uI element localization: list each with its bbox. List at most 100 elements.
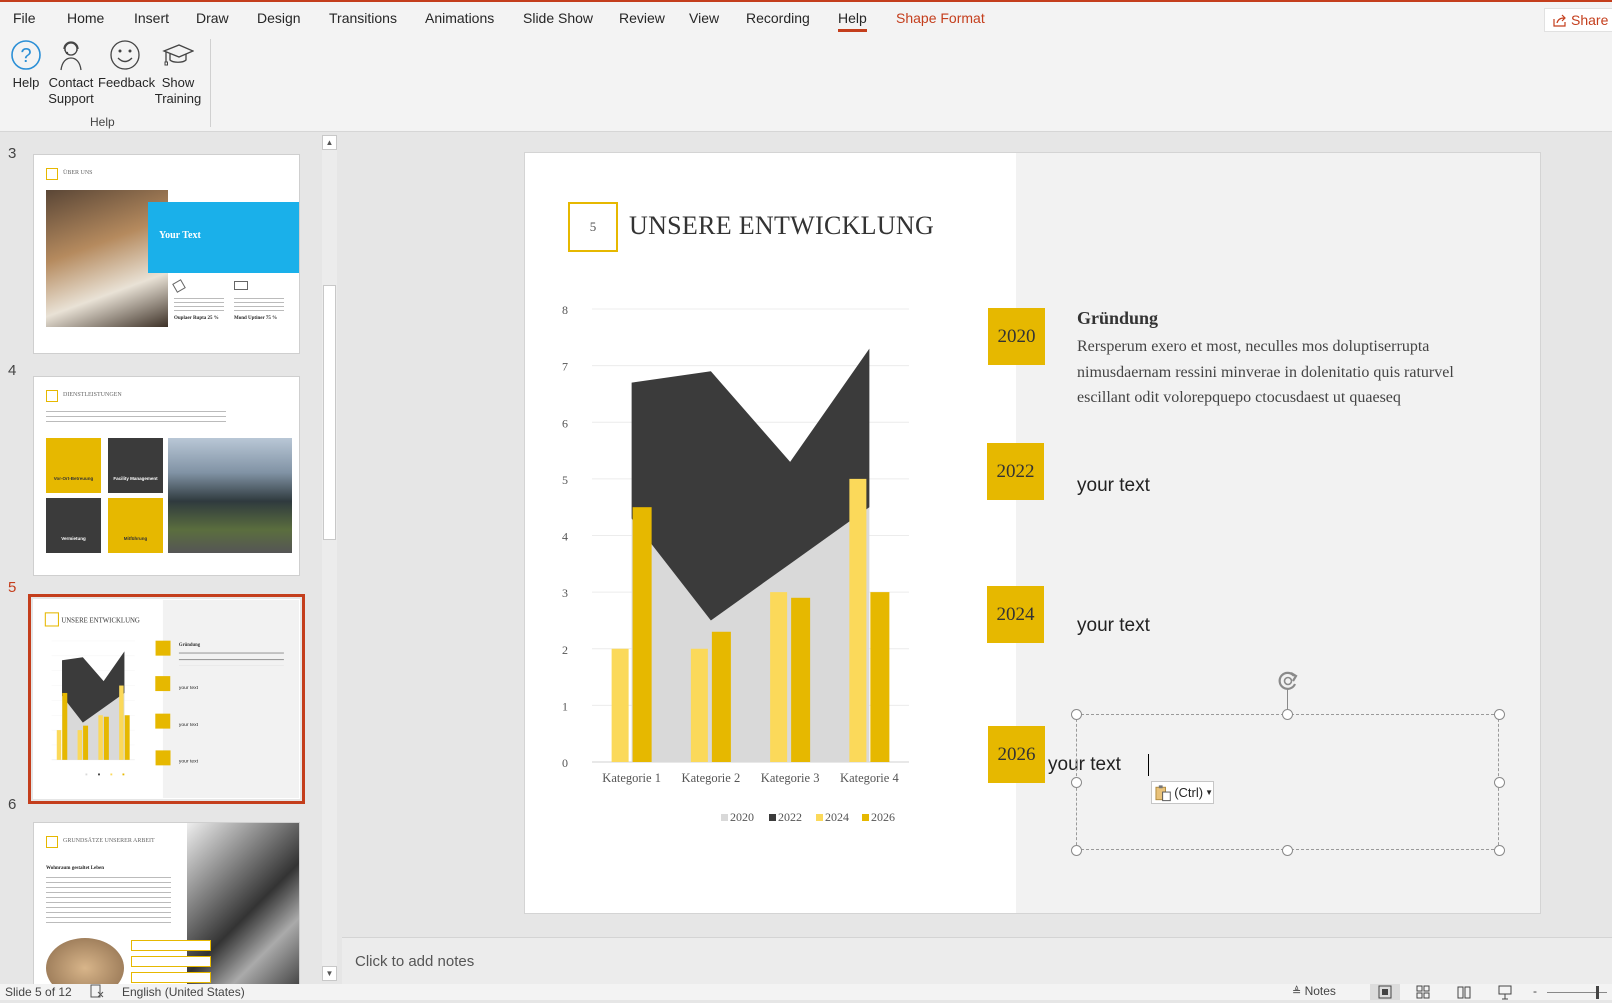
year-box-2026: 2026 <box>988 726 1045 783</box>
ribbon-separator <box>210 39 211 127</box>
year-box-2022: 2022 <box>987 443 1044 500</box>
ribbon-group-label: Help <box>90 115 115 129</box>
bar-2024-4 <box>849 478 867 762</box>
scroll-down-button[interactable]: ▼ <box>322 966 337 981</box>
tab-home[interactable]: Home <box>67 10 104 26</box>
legend-label: 2022 <box>778 810 802 824</box>
slideshow-button[interactable] <box>1497 984 1513 1003</box>
text-lines <box>46 877 171 923</box>
resize-handle-nw[interactable] <box>1071 709 1082 720</box>
resize-handle-s[interactable] <box>1282 845 1293 856</box>
tab-file[interactable]: File <box>13 10 36 26</box>
resize-handle-ne[interactable] <box>1494 709 1505 720</box>
resize-handle-n[interactable] <box>1282 709 1293 720</box>
tab-transitions[interactable]: Transitions <box>329 10 397 26</box>
thumb-label-box <box>131 940 211 951</box>
thumb-heading: Wohnraum gestaltet Leben <box>46 866 105 871</box>
scroll-up-button[interactable]: ▲ <box>322 135 337 150</box>
thumbnail-slide-preview: UNSERE ENTWICKLUNG Gründung your text yo… <box>44 600 299 798</box>
number-box <box>46 390 58 402</box>
thumb-right-bg <box>162 600 299 798</box>
scrollbar-thumb[interactable] <box>323 285 336 540</box>
development-chart[interactable]: 0 1 2 3 4 5 6 7 8 Kategorie 1 Kategorie 2 Kategorie… <box>525 153 1016 914</box>
notes-toggle[interactable]: ≜ Notes <box>1292 984 1336 998</box>
feedback-button[interactable]: Feedback <box>98 39 155 91</box>
share-icon <box>1553 14 1566 27</box>
smiley-icon <box>110 40 140 70</box>
tag-icon <box>172 279 186 293</box>
text-lines <box>174 298 224 312</box>
tab-help[interactable]: Help <box>838 10 867 32</box>
legend-label: 2026 <box>871 810 895 824</box>
y-tick-label: 7 <box>562 360 568 374</box>
slideshow-icon <box>1498 985 1512 1000</box>
svg-text:?: ? <box>20 45 31 67</box>
selected-textbox-frame[interactable] <box>1076 714 1499 850</box>
slide-thumbnail-5[interactable]: UNSERE ENTWICKLUNG Gründung your text yo… <box>28 594 305 804</box>
show-training-button[interactable]: Show Training <box>154 39 202 107</box>
service-tile: Mitführung <box>108 498 163 553</box>
resize-handle-se[interactable] <box>1494 845 1505 856</box>
slide-number: 5 <box>8 579 17 596</box>
bar-2024-4 <box>119 685 124 760</box>
reading-view-button[interactable] <box>1456 984 1472 1003</box>
tab-recording[interactable]: Recording <box>746 10 810 26</box>
timeline-heading[interactable]: Gründung <box>1077 308 1158 329</box>
bar-2024-2 <box>77 730 83 760</box>
legend-swatch-2026 <box>862 814 869 821</box>
notes-placeholder[interactable]: Click to add notes <box>355 953 474 970</box>
tab-view[interactable]: View <box>689 10 719 26</box>
tab-shape-format[interactable]: Shape Format <box>896 10 985 26</box>
legend-swatch-2024 <box>110 773 113 776</box>
tab-design[interactable]: Design <box>257 10 301 26</box>
thumb-title: GRUNDSÄTZE UNSERER ARBEIT <box>63 838 155 844</box>
share-label: Share <box>1571 12 1609 28</box>
slide-sorter-button[interactable] <box>1415 984 1431 1003</box>
tab-draw[interactable]: Draw <box>196 10 229 26</box>
bar-2024-1 <box>611 648 629 762</box>
slide-number: 4 <box>8 362 17 379</box>
slide-thumbnail-6[interactable]: GRUNDSÄTZE UNSERER ARBEIT Wohnraum gesta… <box>33 822 300 984</box>
headset-person-icon <box>60 41 82 71</box>
rotate-handle-icon[interactable] <box>1275 669 1301 693</box>
graduation-cap-icon <box>162 44 194 66</box>
zoom-slider-thumb[interactable] <box>1596 986 1599 999</box>
normal-view-button[interactable] <box>1370 984 1400 1000</box>
y-tick-label: 0 <box>562 756 568 770</box>
help-label: Help <box>12 75 40 90</box>
help-button[interactable]: ? Help <box>8 39 44 91</box>
accessibility-icon[interactable] <box>89 984 105 1002</box>
resize-handle-w[interactable] <box>1071 777 1082 788</box>
timeline-text-2022[interactable]: your text <box>1077 475 1150 497</box>
share-button[interactable]: Share <box>1544 8 1612 32</box>
resize-handle-e[interactable] <box>1494 777 1505 788</box>
notes-label: Notes <box>1304 984 1336 998</box>
bar-2026-4 <box>870 592 890 762</box>
slide-thumbnail-panel: 3 ÜBER UNS Your Text Ouplaer Rupta 25 % … <box>0 133 342 984</box>
bar-2026-1 <box>632 507 652 762</box>
resize-handle-sw[interactable] <box>1071 845 1082 856</box>
thumbnail-scrollbar[interactable] <box>322 135 337 981</box>
tab-review[interactable]: Review <box>619 10 665 26</box>
slide-canvas[interactable]: 5 UNSERE ENTWICKLUNG 0 1 2 3 4 5 6 7 8 Kategorie … <box>524 152 1541 914</box>
tab-animations[interactable]: Animations <box>425 10 494 26</box>
timeline-body[interactable]: Rersperum exero et most, neculles mos do… <box>1077 334 1497 411</box>
service-tile: Vor-Ort-Betreuung <box>46 438 101 493</box>
slide-thumbnail-3[interactable]: ÜBER UNS Your Text Ouplaer Rupta 25 % Mo… <box>33 154 300 354</box>
tab-slide-show[interactable]: Slide Show <box>523 10 593 26</box>
paste-options-button[interactable]: (Ctrl) ▼ <box>1151 781 1214 804</box>
y-tick-label: 5 <box>562 473 568 487</box>
slide-number: 6 <box>8 796 17 813</box>
timeline-text-2024[interactable]: your text <box>1077 615 1150 637</box>
floorplan-round-photo <box>46 938 124 984</box>
thumb-heading: Gründung <box>179 643 201 648</box>
contact-support-button[interactable]: Contact Support <box>48 39 94 107</box>
notes-pane[interactable]: Click to add notes <box>342 937 1612 984</box>
x-tick-label: Kategorie 1 <box>602 771 661 785</box>
language-indicator[interactable]: English (United States) <box>122 985 245 999</box>
zoom-out-button[interactable]: - <box>1533 984 1537 998</box>
legend-swatch-2020 <box>721 814 728 821</box>
slide-thumbnail-4[interactable]: DIENSTLEISTUNGEN Vor-Ort-Betreuung Facil… <box>33 376 300 576</box>
bar-2024-1 <box>56 730 62 760</box>
tab-insert[interactable]: Insert <box>134 10 169 26</box>
